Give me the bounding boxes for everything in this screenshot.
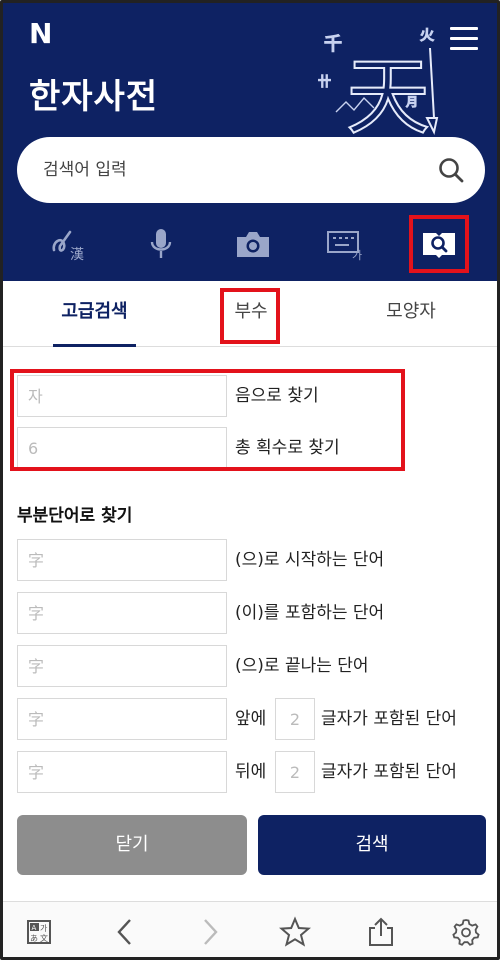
camera-icon[interactable] (230, 221, 276, 267)
svg-text:文: 文 (40, 933, 48, 943)
search-icon[interactable] (437, 156, 465, 184)
art-char-main: 天 (346, 48, 430, 138)
back-icon[interactable] (109, 916, 141, 948)
close-button[interactable]: 닫기 (17, 815, 247, 875)
art-char-2: 火 (420, 28, 434, 44)
svg-text:가: 가 (40, 924, 48, 933)
app-frame: N 한자사전 千 火 天 月 卄 검색어 입력 漢 가 고급검색 부수 모양자 … (0, 0, 500, 960)
forward-icon[interactable] (194, 916, 226, 948)
back-prefix-label: 뒤에 (235, 762, 267, 782)
ends-with-label: (으)로 끝나는 단어 (235, 656, 369, 676)
app-title: 한자사전 (29, 77, 159, 117)
handwriting-icon[interactable]: 漢 (47, 221, 93, 267)
search-input[interactable] (43, 137, 423, 203)
front-suffix-label: 글자가 포함된 단어 (321, 709, 457, 729)
radical-tab-highlight-box (220, 288, 280, 344)
front-prefix-label: 앞에 (235, 709, 267, 729)
contains-label: (이)를 포함하는 단어 (235, 603, 385, 623)
advanced-search-highlight-box (409, 215, 469, 273)
microphone-icon[interactable] (138, 221, 184, 267)
back-suffix-label: 글자가 포함된 단어 (321, 762, 457, 782)
tab-advanced-search[interactable]: 고급검색 (53, 281, 136, 347)
tab-shape[interactable]: 모양자 (373, 281, 449, 347)
art-char-4: 卄 (318, 75, 331, 90)
front-count-input[interactable] (275, 698, 315, 740)
art-char-1: 千 (324, 34, 342, 55)
art-char-3: 月 (406, 95, 418, 109)
search-button[interactable]: 검색 (258, 815, 486, 875)
contains-input[interactable] (17, 592, 227, 634)
bottom-toolbar: A 가 あ 文 (3, 901, 497, 957)
share-icon[interactable] (365, 916, 397, 948)
translate-icon[interactable]: A 가 あ 文 (23, 916, 55, 948)
back-count-input[interactable] (275, 751, 315, 793)
partial-word-title: 부분단어로 찾기 (17, 506, 133, 526)
ends-with-input[interactable] (17, 645, 227, 687)
starts-with-input[interactable] (17, 539, 227, 581)
keyboard-icon[interactable]: 가 (323, 221, 369, 267)
search-box (17, 137, 485, 203)
back-char-input[interactable] (17, 751, 227, 793)
settings-icon[interactable] (450, 916, 482, 948)
hanja-illustration: 千 火 天 月 卄 (317, 27, 439, 138)
naver-logo[interactable]: N (29, 17, 52, 50)
form-highlight-box (10, 369, 405, 471)
star-icon[interactable] (279, 916, 311, 948)
svg-text:A: A (32, 924, 37, 932)
svg-text:가: 가 (352, 249, 362, 261)
menu-button[interactable] (450, 27, 478, 51)
starts-with-label: (으)로 시작하는 단어 (235, 550, 385, 570)
svg-text:漢: 漢 (70, 247, 84, 262)
svg-text:あ: あ (30, 934, 38, 943)
front-char-input[interactable] (17, 698, 227, 740)
